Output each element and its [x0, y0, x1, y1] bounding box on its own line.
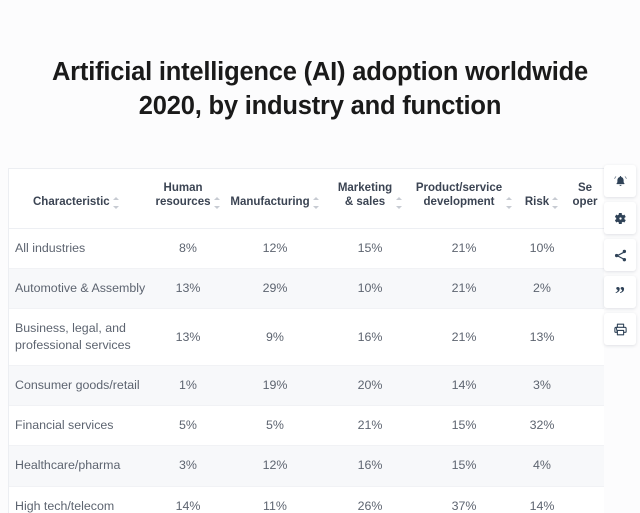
table-row[interactable]: All industries 8% 12% 15% 21% 10% [9, 228, 604, 269]
share-button[interactable] [604, 239, 636, 271]
cell-risk: 3% [519, 365, 565, 407]
settings-button[interactable] [604, 202, 636, 234]
column-header-marketing-sales[interactable]: Marketing & sales [331, 169, 409, 229]
table-row[interactable]: Business, legal, and professional servic… [9, 308, 604, 367]
ai-adoption-table: Characteristic Human resources Manufactu… [9, 169, 604, 513]
table-row[interactable]: Healthcare/pharma 3% 12% 16% 15% 4% [9, 445, 604, 487]
cell-human-resources: 1% [157, 365, 219, 407]
bell-icon [613, 174, 628, 189]
cell-risk: 10% [519, 228, 565, 269]
sort-icon[interactable] [112, 196, 120, 209]
cell-manufacturing: 12% [219, 228, 331, 269]
column-header-risk[interactable]: Risk [519, 169, 565, 229]
cell-manufacturing: 12% [219, 445, 331, 487]
cell-human-resources: 14% [157, 486, 219, 513]
cell-product-service-development: 37% [409, 486, 519, 513]
cell-marketing-sales: 15% [331, 228, 409, 269]
cell-manufacturing: 9% [219, 308, 331, 367]
cell-characteristic: Healthcare/pharma [9, 445, 157, 487]
column-header-manufacturing[interactable]: Manufacturing [219, 169, 331, 229]
table-header-row: Characteristic Human resources Manufactu… [9, 169, 604, 229]
column-header-label: Human resources [155, 182, 211, 209]
cell-human-resources: 5% [157, 405, 219, 447]
citation-button[interactable]: ” [604, 276, 636, 308]
cell-marketing-sales: 26% [331, 486, 409, 513]
data-table-card: Characteristic Human resources Manufactu… [8, 168, 604, 513]
table-row[interactable]: Consumer goods/retail 1% 19% 20% 14% 3% [9, 365, 604, 407]
column-header-label: Manufacturing [230, 196, 310, 209]
cell-risk: 4% [519, 445, 565, 487]
print-icon [613, 322, 628, 337]
column-header-human-resources[interactable]: Human resources [155, 169, 221, 229]
cell-service-operations [565, 445, 604, 487]
cell-risk: 13% [519, 308, 565, 367]
cell-product-service-development: 21% [409, 268, 519, 309]
column-header-product-service-development[interactable]: Product/service development [409, 169, 519, 229]
sort-icon[interactable] [312, 196, 320, 209]
sort-icon[interactable] [396, 196, 403, 209]
cell-characteristic: All industries [9, 228, 157, 269]
cell-product-service-development: 14% [409, 365, 519, 407]
cell-marketing-sales: 16% [331, 445, 409, 487]
cell-marketing-sales: 16% [331, 308, 409, 367]
gear-icon [613, 211, 628, 226]
cell-manufacturing: 29% [219, 268, 331, 309]
cell-service-operations [565, 365, 604, 407]
column-header-service-operations[interactable]: Se oper [565, 169, 604, 229]
cell-product-service-development: 15% [409, 405, 519, 447]
column-header-label: Product/service development [415, 182, 503, 209]
action-rail: ” [604, 165, 636, 345]
table-row[interactable]: High tech/telecom 14% 11% 26% 37% 14% [9, 486, 604, 513]
cell-product-service-development: 15% [409, 445, 519, 487]
cell-characteristic: Consumer goods/retail [9, 365, 157, 407]
cell-service-operations [565, 228, 604, 269]
cell-marketing-sales: 21% [331, 405, 409, 447]
cell-human-resources: 13% [157, 308, 219, 367]
cell-characteristic: Business, legal, and professional servic… [9, 308, 157, 367]
cell-product-service-development: 21% [409, 228, 519, 269]
cell-manufacturing: 19% [219, 365, 331, 407]
column-header-label: Characteristic [33, 196, 110, 209]
cell-human-resources: 3% [157, 445, 219, 487]
column-header-label: Se oper [572, 182, 598, 209]
cell-human-resources: 13% [157, 268, 219, 309]
page-title: Artificial intelligence (AI) adoption wo… [51, 58, 589, 120]
cell-manufacturing: 5% [219, 405, 331, 447]
table-body: All industries 8% 12% 15% 21% 10% Automo… [9, 228, 604, 513]
cell-marketing-sales: 20% [331, 365, 409, 407]
cell-marketing-sales: 10% [331, 268, 409, 309]
print-button[interactable] [604, 313, 636, 345]
table-row[interactable]: Automotive & Assembly 13% 29% 10% 21% 2% [9, 268, 604, 309]
sort-icon[interactable] [506, 196, 513, 209]
cell-risk: 32% [519, 405, 565, 447]
sort-icon[interactable] [552, 196, 559, 209]
share-icon [613, 248, 628, 263]
column-header-label: Marketing & sales [337, 182, 393, 209]
sort-icon[interactable] [213, 196, 221, 209]
cell-service-operations [565, 268, 604, 309]
cell-manufacturing: 11% [219, 486, 331, 513]
cell-characteristic: Financial services [9, 405, 157, 447]
cell-risk: 14% [519, 486, 565, 513]
notifications-button[interactable] [604, 165, 636, 197]
quote-icon: ” [615, 283, 625, 305]
cell-product-service-development: 21% [409, 308, 519, 367]
cell-risk: 2% [519, 268, 565, 309]
column-header-label: Risk [524, 196, 550, 209]
table-row[interactable]: Financial services 5% 5% 21% 15% 32% [9, 405, 604, 447]
table-header: Characteristic Human resources Manufactu… [9, 169, 604, 229]
cell-human-resources: 8% [157, 228, 219, 269]
cell-characteristic: High tech/telecom [9, 486, 157, 513]
cell-service-operations [565, 308, 604, 367]
cell-service-operations [565, 405, 604, 447]
cell-service-operations [565, 486, 604, 513]
cell-characteristic: Automotive & Assembly [9, 268, 157, 309]
column-header-characteristic[interactable]: Characteristic [9, 169, 157, 229]
